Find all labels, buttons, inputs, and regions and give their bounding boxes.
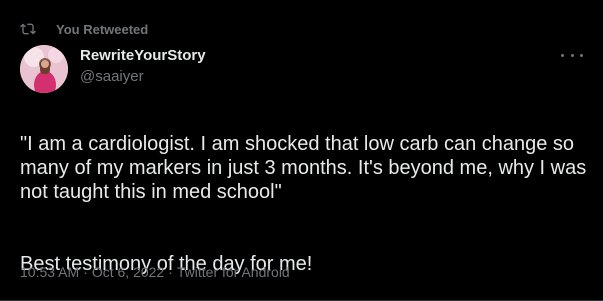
more-dot [561, 53, 564, 57]
meta-separator: · [83, 264, 88, 280]
author-handle[interactable]: @saaiyer [80, 67, 206, 87]
tweet-card[interactable]: You Retweeted RewriteYourStory @saaiyer … [0, 0, 603, 301]
avatar-image [20, 45, 68, 93]
tweet-date[interactable]: Oct 6, 2022 [92, 264, 164, 280]
author-display-name[interactable]: RewriteYourStory [80, 47, 206, 65]
tweet-metadata: 10:53 AM · Oct 6, 2022 · Twitter for Android [20, 263, 290, 281]
tweet-source[interactable]: Twitter for Android [177, 264, 290, 280]
retweet-label: You Retweeted [56, 21, 149, 37]
retweet-icon [20, 21, 36, 37]
meta-separator: · [168, 264, 173, 280]
more-options-icon[interactable] [561, 46, 583, 64]
profile-avatar[interactable] [20, 45, 68, 93]
more-dot [580, 53, 583, 57]
author-block: RewriteYourStory @saaiyer [80, 47, 206, 87]
tweet-time[interactable]: 10:53 AM [20, 264, 79, 280]
tweet-paragraph-1: "I am a cardiologist. I am shocked that … [20, 133, 587, 203]
more-dot [570, 53, 574, 57]
retweet-indicator: You Retweeted [20, 21, 148, 37]
